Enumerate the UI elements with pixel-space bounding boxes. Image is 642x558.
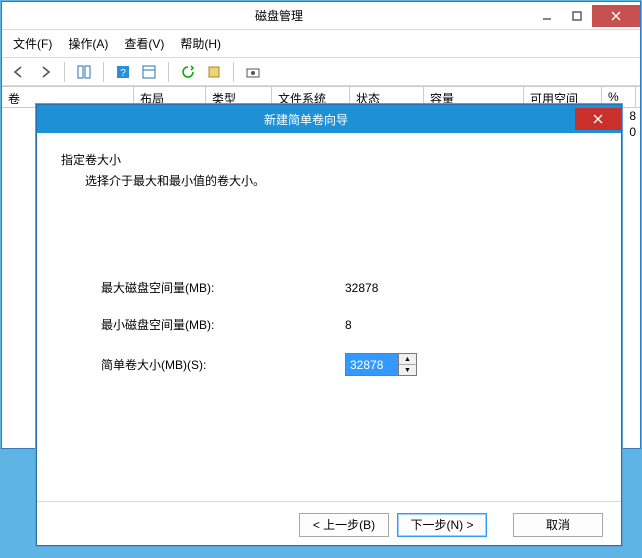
spin-up-button[interactable]: ▲	[399, 354, 416, 365]
wizard-footer: < 上一步(B) 下一步(N) > 取消	[37, 501, 621, 547]
size-spinner: ▲ ▼	[345, 353, 417, 376]
wizard-titlebar[interactable]: 新建简单卷向导	[37, 105, 621, 133]
menu-item[interactable]: 文件(F)	[10, 34, 55, 53]
forward-icon[interactable]	[34, 61, 56, 83]
svg-text:?: ?	[120, 68, 126, 79]
action-icon[interactable]	[242, 61, 264, 83]
view-outline-icon[interactable]	[73, 61, 95, 83]
properties-icon[interactable]	[203, 61, 225, 83]
menubar: 文件(F) 操作(A) 查看(V) 帮助(H)	[2, 30, 640, 58]
max-space-value: 32878	[345, 281, 378, 295]
next-button[interactable]: 下一步(N) >	[397, 513, 487, 537]
menu-item[interactable]: 查看(V)	[121, 34, 167, 53]
new-simple-volume-wizard: 新建简单卷向导 指定卷大小 选择介于最大和最小值的卷大小。 最大磁盘空间量(MB…	[36, 104, 622, 546]
size-label: 简单卷大小(MB)(S):	[101, 356, 345, 373]
main-titlebar[interactable]: 磁盘管理	[2, 2, 640, 30]
min-space-label: 最小磁盘空间量(MB):	[101, 316, 345, 333]
menu-item[interactable]: 操作(A)	[65, 34, 111, 53]
back-button[interactable]: < 上一步(B)	[299, 513, 389, 537]
minimize-button[interactable]	[532, 5, 562, 27]
max-space-label: 最大磁盘空间量(MB):	[101, 279, 345, 296]
min-space-value: 8	[345, 318, 352, 332]
wizard-close-button[interactable]	[575, 108, 621, 130]
back-icon[interactable]	[8, 61, 30, 83]
cancel-button[interactable]: 取消	[513, 513, 603, 537]
wizard-title: 新建简单卷向导	[37, 111, 575, 128]
maximize-button[interactable]	[562, 5, 592, 27]
main-title: 磁盘管理	[26, 7, 532, 24]
spin-down-button[interactable]: ▼	[399, 365, 416, 375]
menu-item[interactable]: 帮助(H)	[177, 34, 224, 53]
close-button[interactable]	[592, 5, 640, 27]
refresh-icon[interactable]	[177, 61, 199, 83]
help-icon[interactable]: ?	[112, 61, 134, 83]
toolbar: ?	[2, 58, 640, 86]
wizard-heading: 指定卷大小	[61, 151, 597, 168]
size-input[interactable]	[345, 353, 399, 376]
wizard-subheading: 选择介于最大和最小值的卷大小。	[61, 172, 597, 189]
partial-row-text: 80	[629, 108, 636, 140]
details-icon[interactable]	[138, 61, 160, 83]
